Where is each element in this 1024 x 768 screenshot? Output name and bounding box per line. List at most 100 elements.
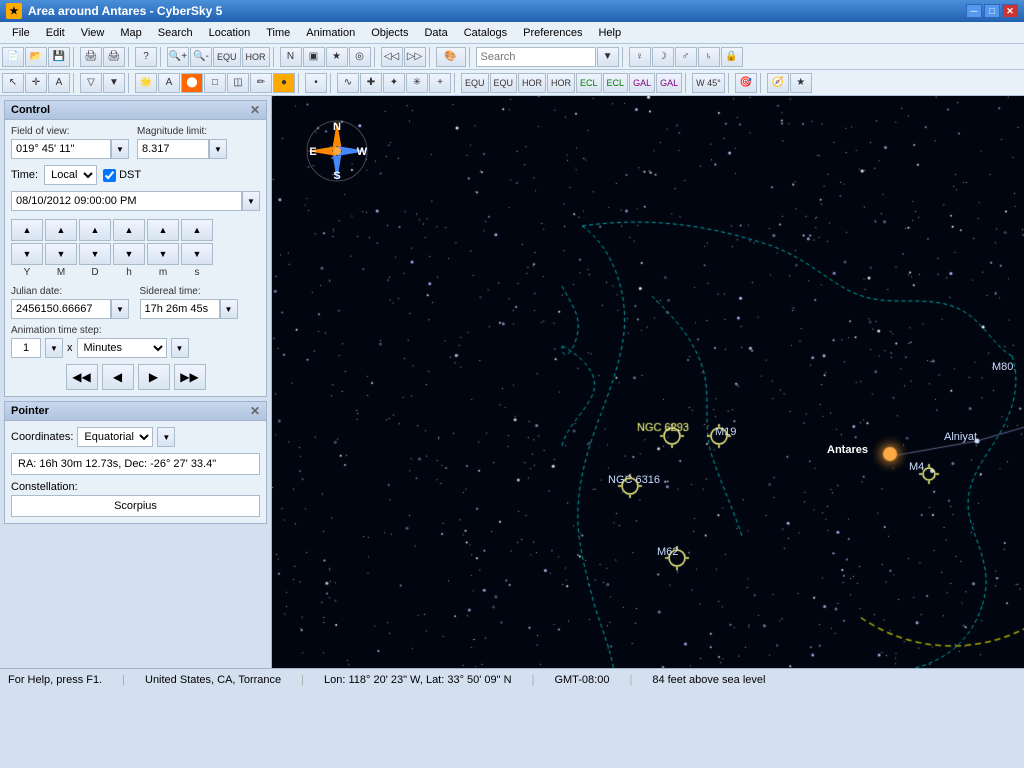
step-up-min[interactable]: ▲ [147, 219, 179, 241]
search-input[interactable] [476, 47, 596, 67]
target-btn[interactable]: 🎯 [735, 73, 757, 93]
menu-map[interactable]: Map [112, 25, 149, 41]
restore-button[interactable]: □ [984, 4, 1000, 18]
zoom-out-button[interactable]: 🔍- [190, 47, 212, 67]
star2-btn[interactable]: ★ [790, 73, 812, 93]
menu-animation[interactable]: Animation [298, 25, 363, 41]
menu-view[interactable]: View [73, 25, 113, 41]
pointer-panel-close[interactable]: ✕ [250, 404, 260, 418]
asterisk-btn[interactable]: ✳ [406, 73, 428, 93]
tool7[interactable]: ● [273, 73, 295, 93]
step-up-m[interactable]: ▲ [45, 219, 77, 241]
step-up-h[interactable]: ▲ [113, 219, 145, 241]
mag-dropdown[interactable]: ▼ [209, 139, 227, 159]
anim-unit-dropdown[interactable]: ▼ [171, 338, 189, 358]
north-button[interactable]: N [280, 47, 302, 67]
menu-file[interactable]: File [4, 25, 38, 41]
coord-type-select[interactable]: Equatorial Horizontal Galactic [77, 427, 153, 447]
cross2-btn[interactable]: ✚ [360, 73, 382, 93]
equ-label[interactable]: EQU [213, 47, 241, 67]
tool1[interactable]: 🌟 [135, 73, 157, 93]
anim-value-dropdown[interactable]: ▼ [45, 338, 63, 358]
ecl2-label[interactable]: ECL [603, 73, 629, 93]
tool2[interactable]: A [158, 73, 180, 93]
menu-location[interactable]: Location [201, 25, 259, 41]
mag-button[interactable]: ★ [326, 47, 348, 67]
fov-dropdown[interactable]: ▼ [111, 139, 129, 159]
datetime-dropdown[interactable]: ▼ [242, 191, 260, 211]
equ2-label[interactable]: EQU [461, 73, 489, 93]
move-left-button[interactable]: ◁◁ [381, 47, 403, 67]
star-btn[interactable]: ✦ [383, 73, 405, 93]
ecl-label[interactable]: ECL [576, 73, 602, 93]
step-down-d[interactable]: ▼ [79, 243, 111, 265]
minimize-button[interactable]: ─ [966, 4, 982, 18]
gal-label[interactable]: GAL [629, 73, 655, 93]
step-up-y[interactable]: ▲ [11, 219, 43, 241]
obj-button[interactable]: ◎ [349, 47, 371, 67]
anim-value-input[interactable] [11, 338, 41, 358]
julian-input[interactable] [11, 299, 111, 319]
cross-btn[interactable]: ✛ [25, 73, 47, 93]
step-down-min[interactable]: ▼ [147, 243, 179, 265]
text-btn[interactable]: A [48, 73, 70, 93]
star-map[interactable]: N S E W Jabbah Graffias Dschubba Alniyat… [272, 96, 1024, 668]
equ3-label[interactable]: EQU [490, 73, 518, 93]
dst-checkbox[interactable] [103, 169, 116, 182]
close-button[interactable]: ✕ [1002, 4, 1018, 18]
play-back-fast[interactable]: ◀◀ [66, 364, 98, 390]
menu-search[interactable]: Search [150, 25, 201, 41]
time-type-select[interactable]: Local [44, 165, 97, 185]
hor2-label[interactable]: HOR [518, 73, 546, 93]
step-up-s[interactable]: ▲ [181, 219, 213, 241]
step-down-h[interactable]: ▼ [113, 243, 145, 265]
search-dropdown[interactable]: ▼ [597, 47, 619, 67]
control-panel-close[interactable]: ✕ [250, 103, 260, 117]
color-button[interactable]: 🎨 [436, 47, 466, 67]
save-button[interactable]: 💾 [48, 47, 70, 67]
sidereal-input[interactable] [140, 299, 220, 319]
julian-dropdown[interactable]: ▼ [111, 299, 129, 319]
help-button[interactable]: ? [135, 47, 157, 67]
print-button[interactable]: 🖨 [80, 47, 102, 67]
w45-label[interactable]: W 45° [692, 73, 725, 93]
compass-btn[interactable]: 🧭 [767, 73, 789, 93]
open-button[interactable]: 📂 [25, 47, 47, 67]
menu-objects[interactable]: Objects [363, 25, 416, 41]
tool3[interactable]: ⬤ [181, 73, 203, 93]
coord-dropdown[interactable]: ▼ [157, 427, 175, 447]
zoom-in-button[interactable]: 🔍+ [167, 47, 189, 67]
menu-help[interactable]: Help [590, 25, 629, 41]
play-back[interactable]: ◀ [102, 364, 134, 390]
anim-unit-select[interactable]: Minutes Seconds Hours Days [77, 338, 167, 358]
step-down-y[interactable]: ▼ [11, 243, 43, 265]
sel-button[interactable]: ▣ [303, 47, 325, 67]
move-right-button[interactable]: ▷▷ [404, 47, 426, 67]
dot-btn[interactable]: • [305, 73, 327, 93]
filter-down[interactable]: ▼ [103, 73, 125, 93]
hor3-label[interactable]: HOR [547, 73, 575, 93]
menu-preferences[interactable]: Preferences [515, 25, 590, 41]
menu-time[interactable]: Time [258, 25, 298, 41]
play-forward[interactable]: ▶ [138, 364, 170, 390]
step-down-s[interactable]: ▼ [181, 243, 213, 265]
play-forward-fast[interactable]: ▶▶ [174, 364, 206, 390]
datetime-input[interactable] [11, 191, 242, 211]
hor-label[interactable]: HOR [242, 47, 270, 67]
mag-input[interactable] [137, 139, 209, 159]
new-button[interactable]: 📄 [2, 47, 24, 67]
print2-button[interactable]: 🖨 [103, 47, 125, 67]
menu-edit[interactable]: Edit [38, 25, 73, 41]
gal2-label[interactable]: GAL [656, 73, 682, 93]
wave-btn[interactable]: ∿ [337, 73, 359, 93]
menu-catalogs[interactable]: Catalogs [456, 25, 515, 41]
fov-input[interactable] [11, 139, 111, 159]
tool5[interactable]: ◫ [227, 73, 249, 93]
filter-up[interactable]: ▽ [80, 73, 102, 93]
plus-btn[interactable]: + [429, 73, 451, 93]
step-up-d[interactable]: ▲ [79, 219, 111, 241]
menu-data[interactable]: Data [416, 25, 455, 41]
cursor-btn[interactable]: ↖ [2, 73, 24, 93]
sidereal-dropdown[interactable]: ▼ [220, 299, 238, 319]
tool6[interactable]: ✏ [250, 73, 272, 93]
